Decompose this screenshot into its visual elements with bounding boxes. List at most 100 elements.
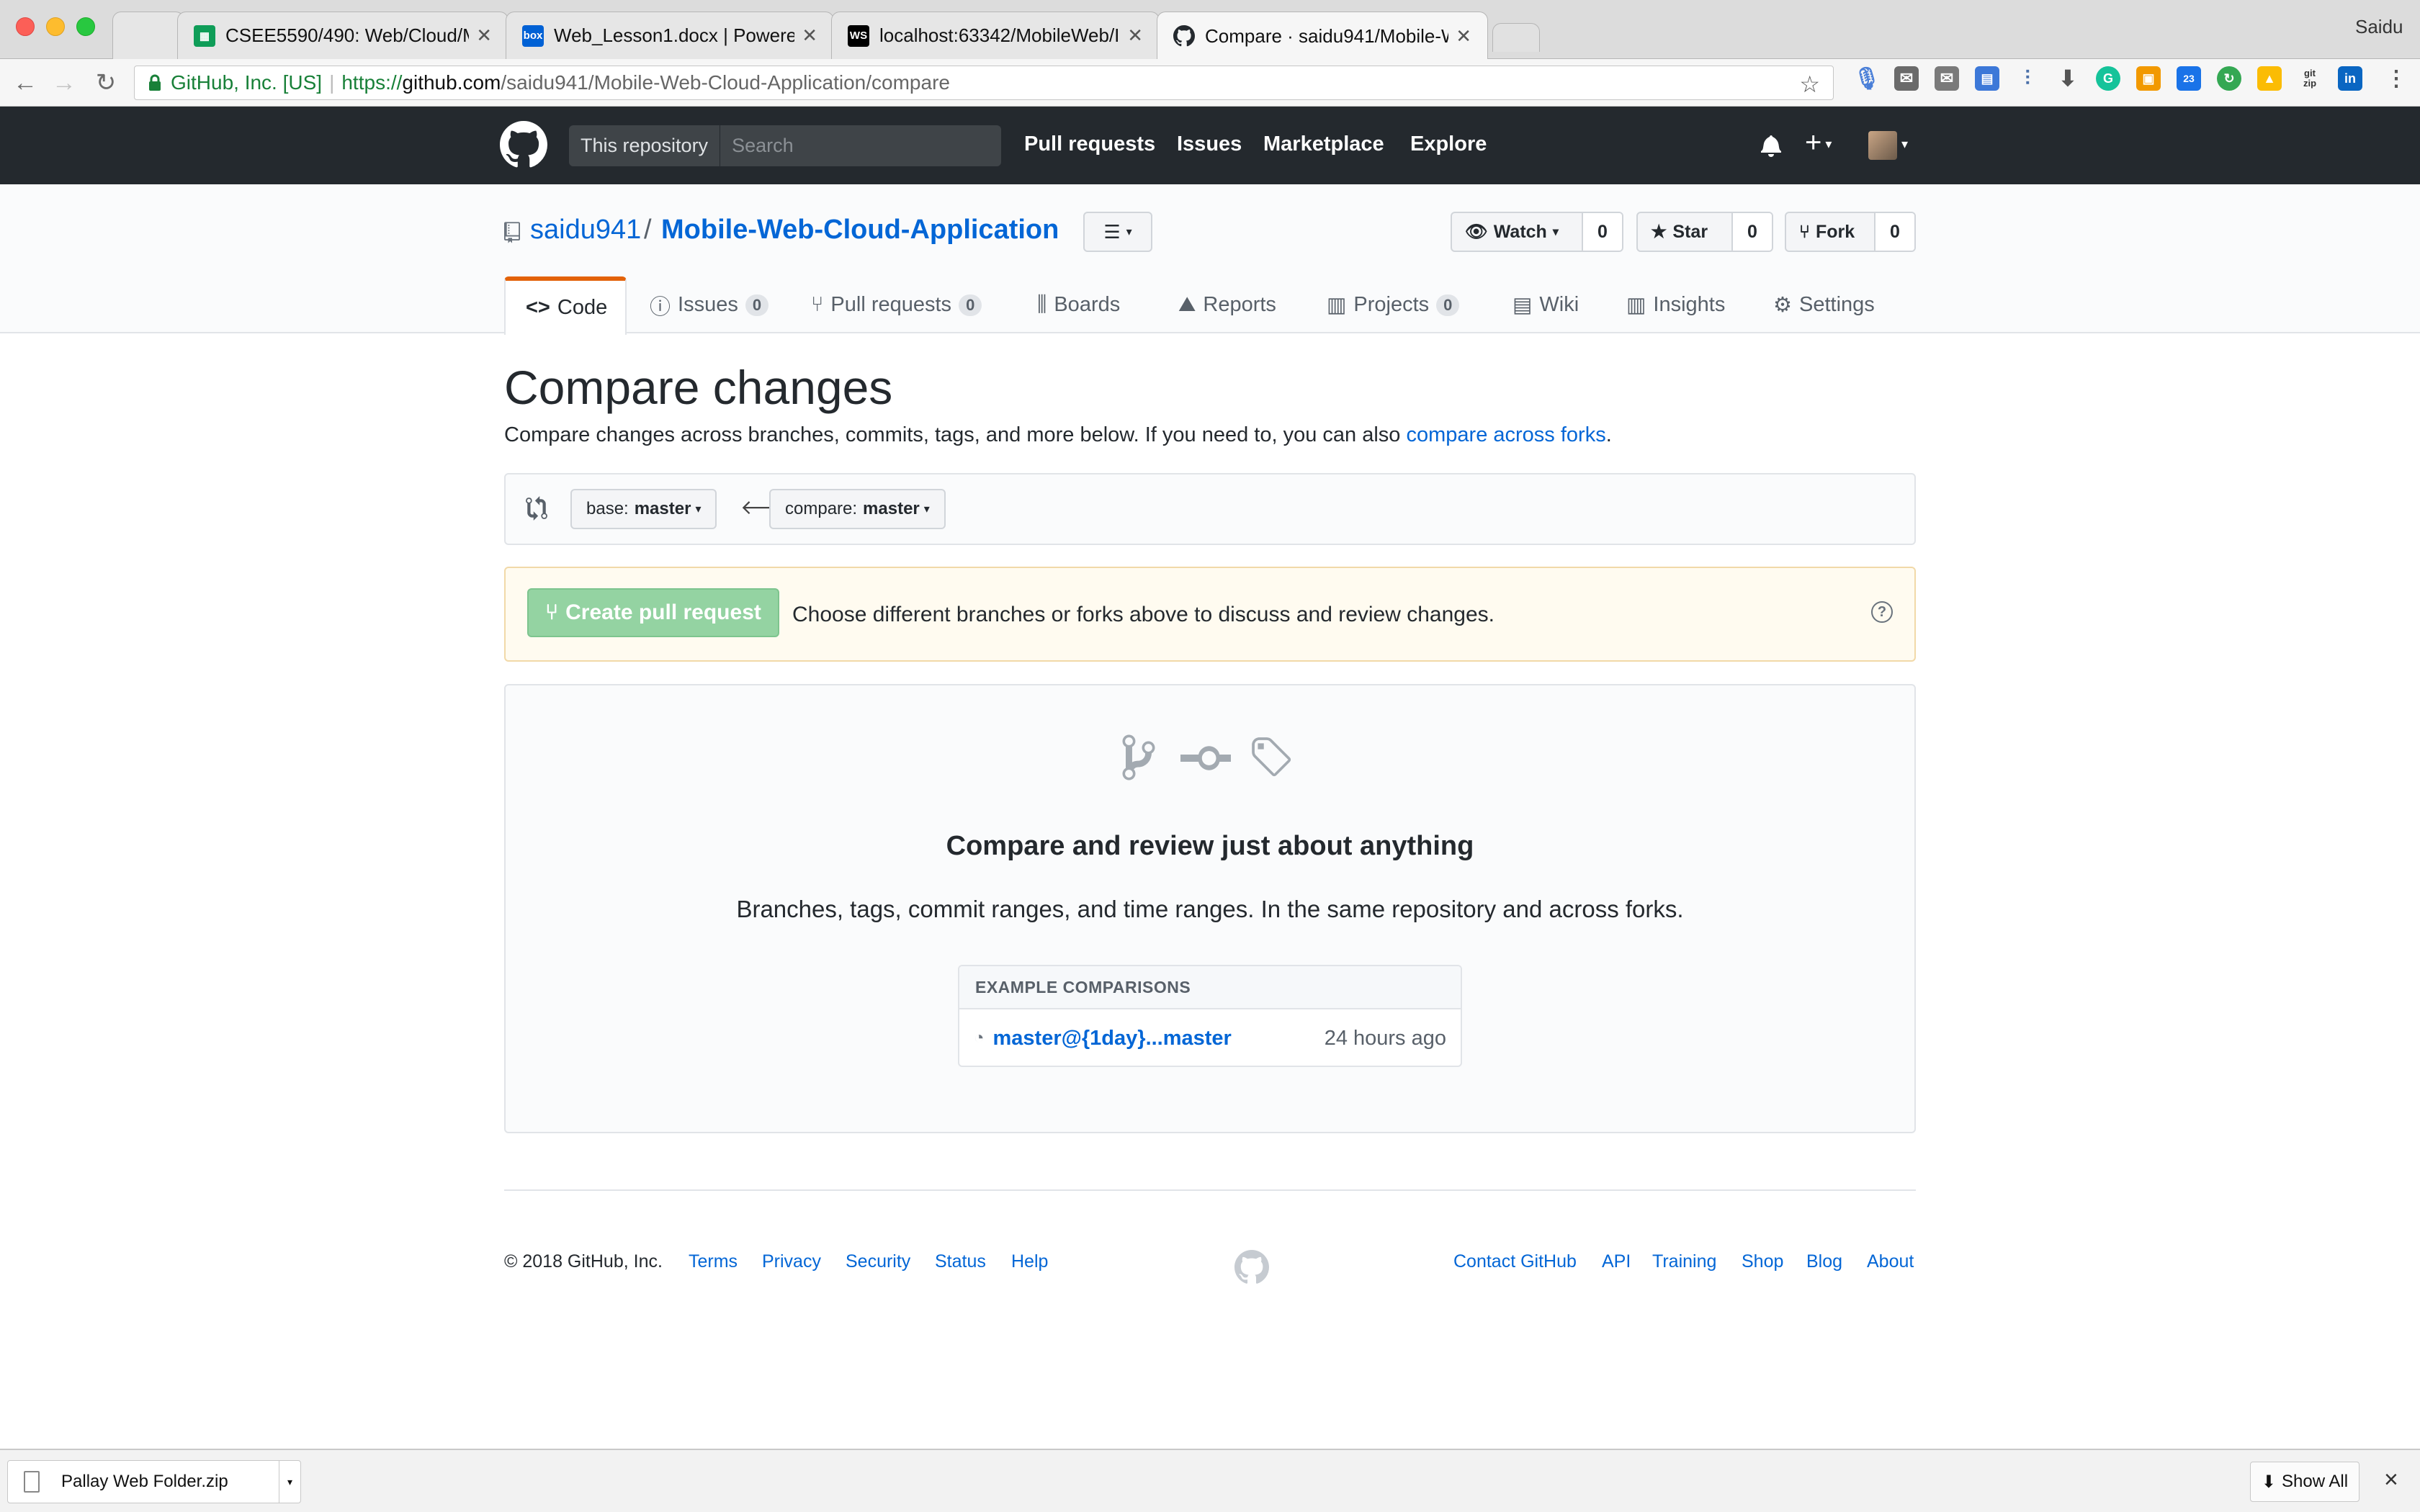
window-zoom-button[interactable]	[76, 17, 95, 36]
tab-close-icon[interactable]: ✕	[802, 24, 817, 47]
watch-count[interactable]: 0	[1582, 213, 1622, 251]
tab-close-icon[interactable]: ✕	[1456, 25, 1471, 48]
star-count[interactable]: 0	[1731, 213, 1772, 251]
plus-icon[interactable]: + ▾	[1805, 127, 1832, 159]
tab-close-icon[interactable]: ✕	[476, 24, 492, 47]
footer-link-help[interactable]: Help	[1011, 1251, 1048, 1272]
inbox-icon[interactable]: ✉	[1935, 66, 1959, 91]
mail-icon[interactable]: ✉	[1894, 66, 1919, 91]
grammarly-icon[interactable]: G	[2096, 66, 2120, 91]
chevron-down-icon[interactable]: ▾	[1901, 137, 1908, 152]
tab-issues[interactable]: ⓘ Issues 0	[650, 275, 769, 335]
footer-link-api[interactable]: API	[1602, 1251, 1631, 1272]
pull-request-icon: ⑂	[545, 600, 559, 624]
commit-icon	[1178, 740, 1233, 776]
repo-path-separator: /	[644, 215, 652, 245]
calendar-icon[interactable]: ▤	[1975, 66, 1999, 91]
chevron-down-icon: ▾	[923, 503, 930, 516]
create-pull-request-button[interactable]: ⑂ Create pull request	[527, 588, 779, 637]
tab-title: Compare · saidu941/Mobile-W	[1205, 24, 1449, 47]
reload-icon[interactable]: ↻	[89, 66, 122, 99]
footer-link-shop[interactable]: Shop	[1742, 1251, 1783, 1272]
address-bar[interactable]: GitHub, Inc. [US] | https://github.com/s…	[134, 66, 1834, 100]
footer-link-privacy[interactable]: Privacy	[762, 1251, 821, 1272]
footer-link-about[interactable]: About	[1867, 1251, 1914, 1272]
download-item[interactable]: Pallay Web Folder.zip ▾	[7, 1460, 301, 1503]
browser-tab-box[interactable]: box Web_Lesson1.docx | Powered b ✕	[506, 12, 834, 59]
question-icon[interactable]: ?	[1871, 601, 1893, 623]
search-input[interactable]: Search	[720, 135, 794, 157]
fork-button[interactable]: ⑂ Fork 0	[1785, 212, 1916, 252]
drive-icon[interactable]: ▲	[2257, 66, 2282, 91]
base-branch-select[interactable]: base: master ▾	[570, 489, 717, 529]
bookmark-star-icon[interactable]: ☆	[1799, 71, 1820, 98]
close-icon[interactable]: ×	[2384, 1466, 2398, 1494]
tab-title: localhost:63342/MobileWeb/IC	[879, 24, 1121, 46]
star-label: Star	[1672, 221, 1708, 242]
tab-reports[interactable]: ⛰ Reports	[1178, 275, 1276, 335]
tab-insights[interactable]: ▥ Insights	[1626, 275, 1725, 335]
nav-pull-requests[interactable]: Pull requests	[1024, 132, 1155, 156]
compare-branch-select[interactable]: compare: master ▾	[769, 489, 946, 529]
calendar-badge-icon[interactable]: 23	[2177, 66, 2201, 91]
photo-icon[interactable]: ▣	[2136, 66, 2161, 91]
footer-link-training[interactable]: Training	[1652, 1251, 1716, 1272]
browser-tab-blank[interactable]	[112, 12, 184, 59]
chevron-down-icon[interactable]: ▾	[279, 1461, 300, 1503]
avatar[interactable]	[1868, 131, 1897, 160]
download-arrow-icon[interactable]: ⬇	[2056, 66, 2080, 91]
tab-code[interactable]: <> Code	[504, 276, 627, 335]
repo-owner-link[interactable]: saidu941	[530, 215, 641, 246]
example-comparison-link[interactable]: master@{1day}...master	[993, 1027, 1325, 1050]
browser-tab-localhost[interactable]: WS localhost:63342/MobileWeb/IC ✕	[831, 12, 1160, 59]
tab-close-icon[interactable]: ✕	[1127, 24, 1143, 47]
microphone-icon[interactable]: 🎙	[1853, 66, 1881, 91]
back-arrow-icon[interactable]: ←	[9, 66, 42, 99]
tab-pull-requests[interactable]: ⑂ Pull requests 0	[811, 275, 982, 335]
github-mark-icon[interactable]	[1234, 1250, 1269, 1284]
profile-name[interactable]: Saidu	[2355, 16, 2403, 38]
footer-link-security[interactable]: Security	[846, 1251, 910, 1272]
footer-link-terms[interactable]: Terms	[689, 1251, 738, 1272]
browser-tab-compare[interactable]: Compare · saidu941/Mobile-W ✕	[1157, 12, 1488, 60]
page-title: Compare changes	[504, 361, 893, 414]
watch-button[interactable]: 👁 Watch ▾ 0	[1451, 212, 1623, 252]
browser-tab-course[interactable]: ▦ CSEE5590/490: Web/Cloud/M ✕	[177, 12, 508, 59]
eye-icon: 👁	[1465, 221, 1488, 242]
search-scope-label[interactable]: This repository	[569, 125, 721, 166]
compare-across-forks-link[interactable]: compare across forks	[1407, 423, 1606, 446]
chevron-down-icon: ▾	[1552, 226, 1559, 238]
blankslate-heading: Compare and review just about anything	[946, 831, 1474, 861]
nav-explore[interactable]: Explore	[1410, 132, 1487, 156]
tab-boards[interactable]: ⫼ Boards	[1037, 275, 1120, 335]
star-button[interactable]: ★ Star 0	[1636, 212, 1773, 252]
nav-issues[interactable]: Issues	[1177, 132, 1242, 156]
list-item[interactable]: ◔ master@{1day}...master 24 hours ago	[959, 1009, 1461, 1066]
equalizer-icon[interactable]: ⫶	[2015, 66, 2040, 91]
repo-menu-button[interactable]: ☰ ▾	[1083, 212, 1152, 252]
tab-projects[interactable]: ▥ Projects 0	[1327, 275, 1460, 335]
new-tab-button[interactable]	[1492, 23, 1540, 52]
nav-marketplace[interactable]: Marketplace	[1263, 132, 1384, 156]
footer-link-contact[interactable]: Contact GitHub	[1453, 1251, 1577, 1272]
window-minimize-button[interactable]	[46, 17, 65, 36]
browser-menu-icon[interactable]: ⋮	[2384, 66, 2408, 91]
linkedin-icon[interactable]: in	[2338, 66, 2362, 91]
forward-arrow-icon[interactable]: →	[48, 66, 81, 99]
fork-count[interactable]: 0	[1874, 213, 1914, 251]
sheets-icon: ▦	[194, 24, 215, 47]
repo-name-link[interactable]: Mobile-Web-Cloud-Application	[661, 215, 1059, 246]
github-logo-icon[interactable]	[500, 121, 547, 168]
gear-icon: ⚙	[1773, 294, 1792, 317]
bell-icon[interactable]	[1760, 134, 1782, 157]
footer-link-status[interactable]: Status	[935, 1251, 986, 1272]
site-identity: GitHub, Inc. [US]	[171, 71, 323, 94]
show-all-button[interactable]: ⬇ Show All	[2250, 1462, 2360, 1502]
window-close-button[interactable]	[16, 17, 35, 36]
tab-settings[interactable]: ⚙ Settings	[1773, 275, 1875, 335]
tab-wiki[interactable]: ▤ Wiki	[1512, 275, 1579, 335]
example-comparisons: EXAMPLE COMPARISONS ◔ master@{1day}...ma…	[958, 965, 1462, 1067]
sync-icon[interactable]: ↻	[2217, 66, 2241, 91]
footer-link-blog[interactable]: Blog	[1806, 1251, 1842, 1272]
gitzip-icon[interactable]: git zip	[2298, 66, 2322, 91]
